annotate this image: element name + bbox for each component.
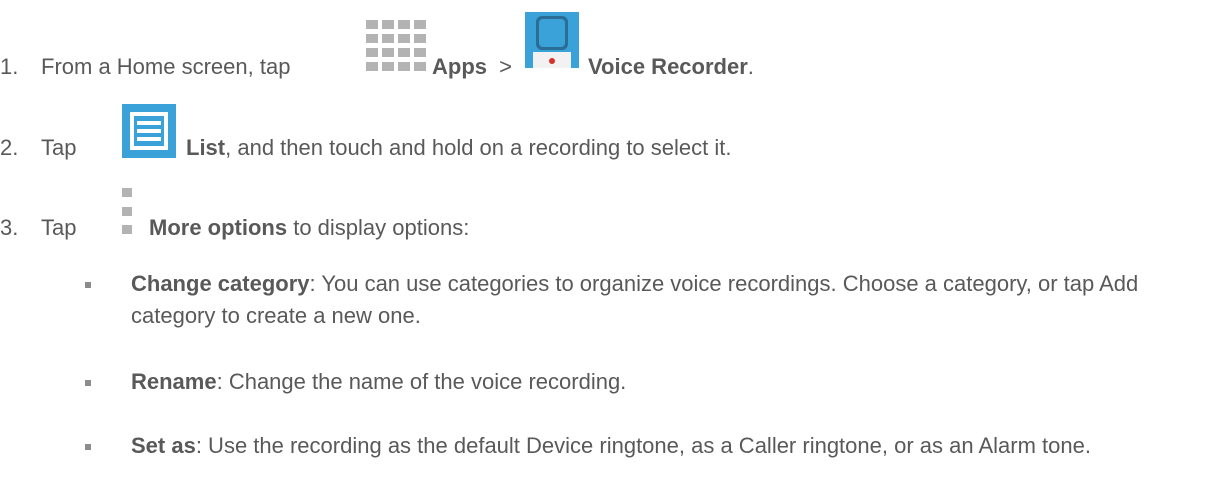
option-term: Change category — [131, 271, 310, 296]
step-number: 1. — [0, 54, 19, 79]
step-lead: Tap — [41, 135, 77, 160]
more-options-label: More options — [149, 215, 288, 240]
step-text: From a Home screen, tap — [41, 54, 291, 79]
option-term: Set as — [131, 433, 196, 458]
bullet-icon — [85, 282, 91, 288]
option-set-as: Set as: Use the recording as the default… — [131, 430, 1201, 462]
separator: > — [499, 54, 512, 79]
more-options-icon — [122, 188, 132, 234]
step-2-rest: List, and then touch and hold on a recor… — [186, 135, 732, 160]
voice-recorder-icon — [525, 12, 579, 68]
option-change-category: Change category: You can use categories … — [131, 268, 1201, 332]
option-description: : Use the recording as the default Devic… — [195, 433, 1091, 458]
step-3-rest: More options to display options: — [149, 215, 470, 240]
option-rename: Rename: Change the name of the voice rec… — [131, 366, 1201, 398]
bullet-icon — [85, 444, 91, 450]
apps-label: Apps — [432, 54, 487, 79]
step-1-apps: Apps > — [432, 54, 512, 80]
apps-grid-icon — [366, 20, 426, 71]
step-number: 2. — [0, 135, 19, 160]
list-icon — [122, 104, 176, 158]
option-term: Rename — [131, 369, 217, 394]
step-lead: Tap — [41, 215, 77, 240]
bullet-icon — [85, 380, 91, 386]
voice-recorder-label: Voice Recorder — [588, 54, 748, 79]
option-description: : Change the name of the voice recording… — [216, 369, 627, 394]
list-label: List — [186, 135, 226, 160]
step-number: 3. — [0, 215, 19, 240]
step-1-voice: Voice Recorder. — [588, 54, 754, 79]
